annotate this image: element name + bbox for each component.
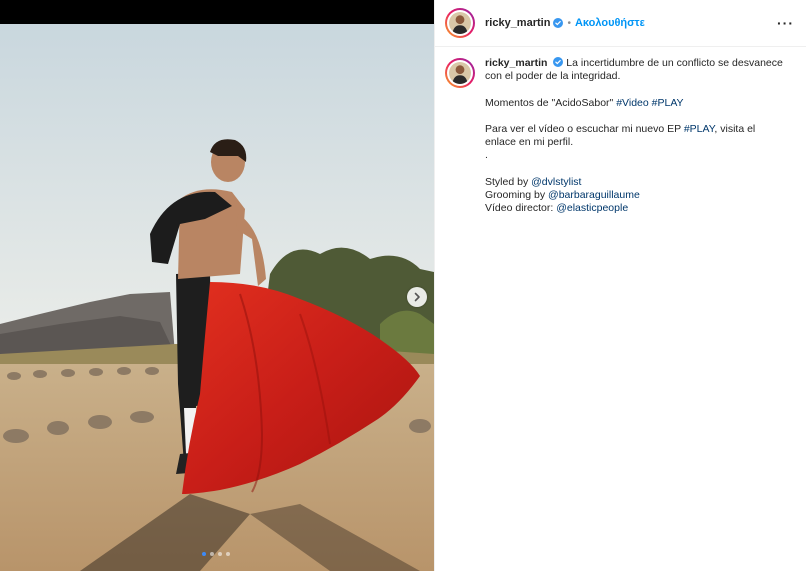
carousel-dot xyxy=(226,552,230,556)
carousel-dot xyxy=(210,552,214,556)
caption-para3-text: Para ver el vídeo o escuchar mi nuevo EP xyxy=(485,122,684,135)
hashtag-play-link[interactable]: #PLAY xyxy=(652,97,684,109)
post-caption: ricky_martin La incertidumbre de un conf… xyxy=(435,47,806,216)
hashtag-play-link-2[interactable]: #PLAY xyxy=(684,123,715,135)
media-top-bar xyxy=(0,0,434,24)
more-options-icon[interactable]: ··· xyxy=(777,15,794,31)
caption-moments: Momentos de "AcidoSabor" xyxy=(485,96,617,109)
grooming-mention-link[interactable]: @barbaraguillaume xyxy=(548,189,640,201)
header-separator: • xyxy=(567,17,571,29)
director-label: Vídeo director: xyxy=(485,202,557,215)
avatar-image xyxy=(449,62,471,84)
avatar-image xyxy=(449,12,471,34)
carousel-dot xyxy=(218,552,222,556)
carousel-next-button[interactable] xyxy=(407,287,427,307)
caption-dot-line: . xyxy=(485,149,488,162)
follow-button[interactable]: Ακολουθήστε xyxy=(575,17,645,29)
hashtag-video-link[interactable]: #Video xyxy=(616,97,649,109)
carousel-indicator xyxy=(202,552,230,556)
post-info-panel: ricky_martin • Ακολουθήστε ··· ricky_mar… xyxy=(434,0,806,571)
grooming-label: Grooming by xyxy=(485,189,549,202)
caption-text: ricky_martin La incertidumbre de un conf… xyxy=(485,57,785,216)
caption-username[interactable]: ricky_martin xyxy=(485,57,547,69)
post-media xyxy=(0,0,434,571)
post-header: ricky_martin • Ακολουθήστε ··· xyxy=(435,0,806,47)
styled-by-label: Styled by xyxy=(485,175,532,188)
chevron-right-icon xyxy=(414,292,420,302)
stylist-mention-link[interactable]: @dvlstylist xyxy=(531,176,581,188)
post-photo xyxy=(0,24,434,571)
carousel-dot-active xyxy=(202,552,206,556)
avatar[interactable] xyxy=(445,8,475,38)
verified-badge-icon xyxy=(553,57,564,67)
director-mention-link[interactable]: @elasticpeople xyxy=(556,202,628,214)
verified-badge-icon xyxy=(553,18,564,28)
caption-avatar[interactable] xyxy=(445,58,475,88)
header-username[interactable]: ricky_martin xyxy=(485,17,550,29)
